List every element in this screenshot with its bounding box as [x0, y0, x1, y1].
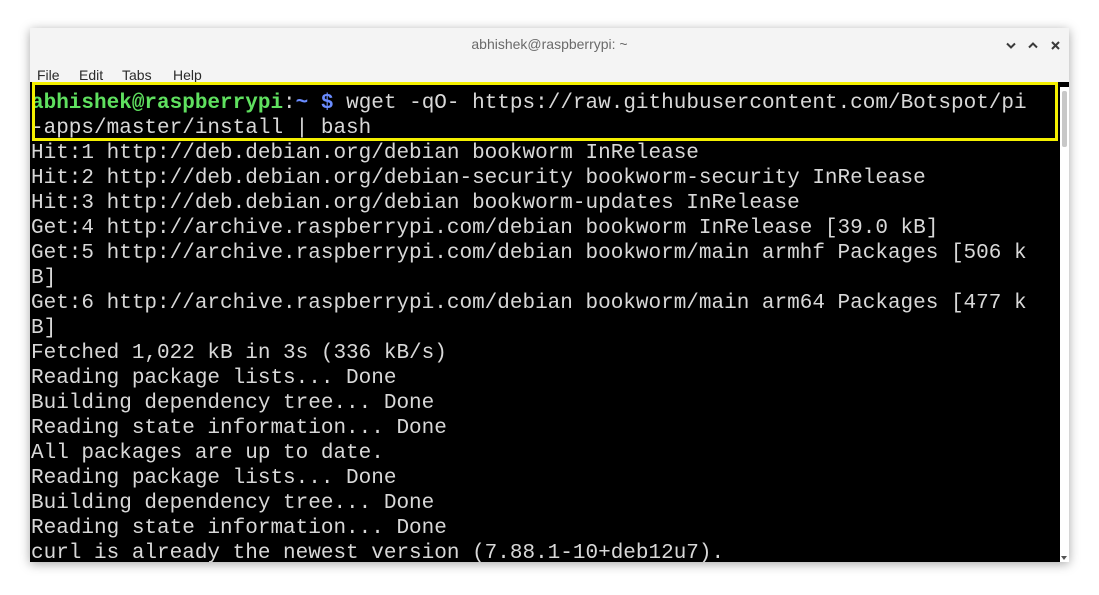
output-line: B]	[31, 267, 57, 290]
menu-edit[interactable]: Edit	[79, 67, 103, 83]
prompt-line: abhishek@raspberrypi:~ $ wget -qO- https…	[31, 91, 1027, 116]
output-line: Reading state information... Done	[31, 417, 447, 440]
prompt-user-host: abhishek@raspberrypi	[31, 92, 284, 115]
output-line: Building dependency tree... Done	[31, 492, 435, 515]
prompt-path: ~	[295, 92, 309, 115]
output-line: Hit:3 http://deb.debian.org/debian bookw…	[31, 192, 800, 215]
output-line: All packages are up to date.	[31, 442, 384, 465]
close-button[interactable]	[1047, 37, 1063, 53]
output-line: Reading package lists... Done	[31, 467, 397, 490]
output-line: Hit:2 http://deb.debian.org/debian-secur…	[31, 167, 926, 190]
close-icon	[1050, 40, 1060, 50]
chevron-up-icon	[1028, 41, 1038, 48]
menu-tabs[interactable]: Tabs	[122, 67, 152, 83]
output-line: Fetched 1,022 kB in 3s (336 kB/s)	[31, 342, 447, 365]
terminal-output[interactable]: abhishek@raspberrypi:~ $ wget -qO- https…	[30, 87, 1060, 562]
output-line: Get:5 http://archive.raspberrypi.com/deb…	[31, 242, 1027, 265]
maximize-button[interactable]	[1025, 37, 1041, 53]
scrollbar-thumb[interactable]	[1062, 91, 1067, 147]
terminal-scrollbar[interactable]	[1060, 87, 1069, 562]
menu-bar: File Edit Tabs Help	[30, 62, 1069, 83]
prompt-colon: :	[283, 92, 296, 115]
menu-file[interactable]: File	[37, 67, 60, 83]
menu-help[interactable]: Help	[173, 67, 202, 83]
command-text: wget -qO- https://raw.githubusercontent.…	[333, 92, 1027, 115]
output-line: Hit:1 http://deb.debian.org/debian bookw…	[31, 142, 699, 165]
minimize-button[interactable]	[1003, 37, 1019, 53]
output-line: B]	[31, 317, 57, 340]
window-title: abhishek@raspberrypi: ~	[471, 36, 628, 52]
scroll-down-arrow-icon[interactable]	[1061, 556, 1067, 560]
output-line: Building dependency tree... Done	[31, 392, 435, 415]
chevron-down-icon	[1006, 42, 1016, 49]
output-line: Reading state information... Done	[31, 517, 447, 540]
command-continuation: -apps/master/install | bash	[31, 117, 372, 140]
output-line: Get:4 http://archive.raspberrypi.com/deb…	[31, 217, 939, 240]
output-line: curl is already the newest version (7.88…	[31, 542, 725, 562]
terminal-window: abhishek@raspberrypi: ~ File Edit Tabs H…	[30, 28, 1069, 562]
window-controls	[1003, 37, 1063, 53]
title-bar[interactable]: abhishek@raspberrypi: ~	[30, 28, 1069, 63]
prompt-dollar: $	[320, 92, 334, 115]
output-line: Get:6 http://archive.raspberrypi.com/deb…	[31, 292, 1027, 315]
output-line: Reading package lists... Done	[31, 367, 397, 390]
